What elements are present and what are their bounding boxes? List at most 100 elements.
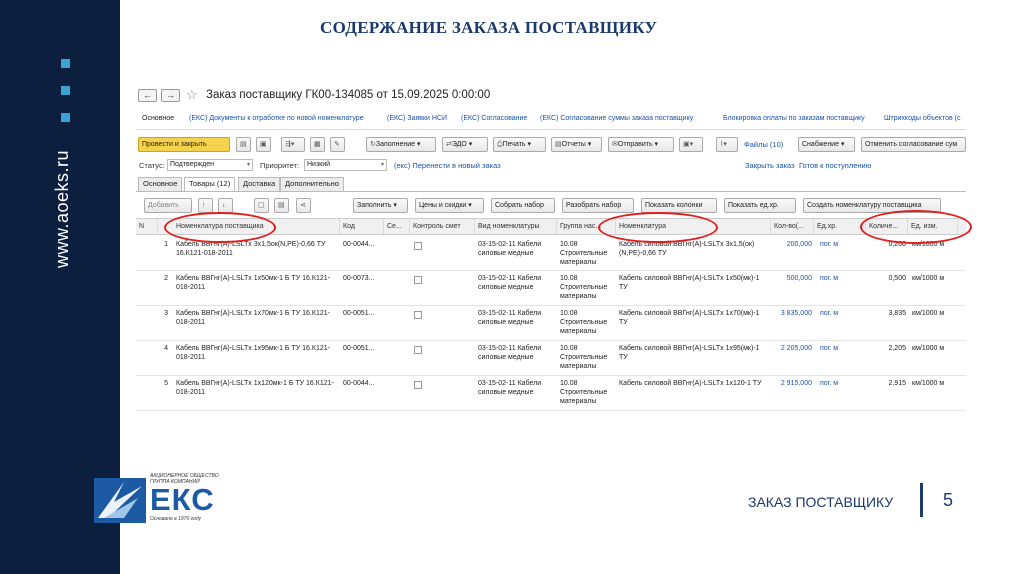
- estimate-control-checkbox[interactable]: [414, 242, 422, 250]
- qty-store: 200,000: [786, 241, 812, 248]
- table-row[interactable]: 3 Кабель ВВГнг(A)-LSLTx 1х70мк-1 Б ТУ 16…: [136, 306, 966, 341]
- tab-goods[interactable]: Товары (12): [184, 177, 236, 191]
- unit-store: пог. м: [820, 275, 839, 282]
- tab-delivery[interactable]: Доставка: [238, 177, 281, 191]
- move-to-new-order-link[interactable]: (екс) Перенести в новый заказ: [394, 161, 501, 170]
- files-link[interactable]: Файлы (10): [744, 140, 783, 149]
- show-columns-button[interactable]: Показать колонки: [641, 198, 717, 213]
- row-number: 4: [164, 345, 168, 352]
- fill-grid-button[interactable]: Заполнить ▾: [353, 198, 408, 213]
- paste-icon[interactable]: ▤: [274, 198, 289, 213]
- item-group: 10.08 Строительные материалы: [560, 380, 608, 405]
- highlight-oval: [860, 210, 972, 244]
- item-kind: 03-15-02-11 Кабели силовые медные: [478, 380, 542, 396]
- paperclip-icon: ⌇▾: [720, 141, 727, 148]
- send-menu-button[interactable]: ✉ Отправить ▾: [608, 137, 674, 152]
- item-kind: 03-15-02-11 Кабели силовые медные: [478, 275, 542, 291]
- item-kind: 03-15-02-11 Кабели силовые медные: [478, 241, 542, 257]
- estimate-control-checkbox[interactable]: [414, 311, 422, 319]
- table-row[interactable]: 4 Кабель ВВГнг(A)-LSLTx 1х95мк-1 Б ТУ 16…: [136, 341, 966, 376]
- column-header[interactable]: Контроль смет: [410, 219, 475, 234]
- prices-button[interactable]: Цены и скидки ▾: [415, 198, 484, 213]
- column-header[interactable]: Се...: [384, 219, 410, 234]
- star-icon[interactable]: ☆: [186, 88, 198, 102]
- split-set-button[interactable]: Разобрать набор: [562, 198, 634, 213]
- supply-label: Снабжение: [802, 141, 839, 148]
- column-header[interactable]: Ед.хр.: [814, 219, 866, 234]
- item-nomenclature: Кабель силовой ВВГнг(A)-LSLTx 1х50(мк)-1…: [619, 275, 760, 291]
- estimate-control-checkbox[interactable]: [414, 276, 422, 284]
- column-header[interactable]: Код: [340, 219, 384, 234]
- arrow-down-icon[interactable]: ↓: [218, 198, 233, 213]
- add-button[interactable]: Добавить: [144, 198, 192, 213]
- priority-field[interactable]: Низкий ▾: [304, 159, 387, 171]
- edit-icon[interactable]: ✎: [330, 137, 345, 152]
- reports-menu-button[interactable]: ▤ Отчеты ▾: [551, 137, 602, 152]
- unit-store: пог. м: [820, 241, 839, 248]
- nav-link-payment-block[interactable]: Блокировка оплаты по заказам поставщику: [723, 115, 865, 122]
- company-logo-icon: [94, 478, 146, 523]
- estimate-control-checkbox[interactable]: [414, 346, 422, 354]
- row-number: 5: [164, 380, 168, 387]
- edo-label: ЭДО: [451, 141, 467, 148]
- nav-link-sum-approval[interactable]: (ЕКС) Согласование суммы заказа поставщи…: [540, 115, 693, 122]
- estimate-control-checkbox[interactable]: [414, 381, 422, 389]
- nav-link-barcodes[interactable]: Штрихкоды объектов (с: [884, 115, 960, 122]
- forward-button[interactable]: →: [161, 89, 180, 102]
- collect-set-button[interactable]: Собрать набор: [491, 198, 555, 213]
- column-header[interactable]: N: [136, 219, 158, 234]
- extra-menu-button[interactable]: ▣▾: [679, 137, 703, 152]
- show-units-button[interactable]: Показать ед.хр.: [724, 198, 796, 213]
- item-kind: 03-15-02-11 Кабели силовые медные: [478, 310, 542, 326]
- list-icon[interactable]: ▤: [236, 137, 251, 152]
- nav-link-approval[interactable]: (ЕКС) Согласование: [461, 115, 527, 122]
- quantity: 2,915: [888, 380, 906, 387]
- bullet-square-icon: [61, 59, 70, 68]
- table-row[interactable]: 5 Кабель ВВГнг(A)-LSLTx 1х120мк-1 Б ТУ 1…: [136, 376, 966, 411]
- page-number: 5: [943, 490, 954, 510]
- supply-menu-button[interactable]: Снабжение ▾: [798, 137, 855, 152]
- share-icon[interactable]: ⋖: [296, 198, 311, 213]
- post-close-button[interactable]: Провести и закрыть: [138, 137, 230, 152]
- tab-main[interactable]: Основное: [138, 177, 183, 191]
- column-header[interactable]: Кол-во(...: [771, 219, 814, 234]
- priority-label: Приоритет:: [260, 161, 300, 170]
- ready-link[interactable]: Готов к поступлению: [799, 161, 871, 170]
- item-nomenclature: Кабель силовой ВВГнг(A)-LSLTx 3х1,5(ок)(…: [619, 241, 755, 257]
- arrow-right-icon: →: [166, 90, 175, 100]
- structure-icon[interactable]: ⇶▾: [281, 137, 305, 152]
- chevron-down-icon: ▾: [246, 162, 250, 168]
- supplier-item: Кабель ВВГнг(A)-LSLTx 1х95мк-1 Б ТУ 16.К…: [176, 345, 330, 361]
- unit: км/1000 м: [912, 345, 945, 352]
- attach-button[interactable]: ⌇▾: [716, 137, 738, 152]
- bullet-square-icon: [61, 86, 70, 95]
- status-label: Статус:: [139, 161, 165, 170]
- unit: км/1000 м: [912, 275, 945, 282]
- status-value: Подтвержден: [170, 161, 215, 168]
- unit: км/1000 м: [912, 310, 945, 317]
- save-icon[interactable]: ▣: [256, 137, 271, 152]
- edo-menu-button[interactable]: ⇄ ЭДО ▾: [442, 137, 488, 152]
- slide-title: СОДЕРЖАНИЕ ЗАКАЗА ПОСТАВЩИКУ: [320, 18, 658, 37]
- fill-menu-button[interactable]: ↻ Заполнение ▾: [366, 137, 436, 152]
- table-icon[interactable]: ▦: [310, 137, 325, 152]
- unit: км/1000 м: [912, 380, 945, 387]
- close-order-link[interactable]: Закрыть заказ: [745, 161, 795, 170]
- nav-link-main[interactable]: Основное: [142, 115, 174, 122]
- print-menu-button[interactable]: ⎙ Печать ▾: [493, 137, 546, 152]
- nav-link-docs[interactable]: (ЕКС) Документы к отработке по новой ном…: [189, 115, 364, 122]
- column-header[interactable]: Вид номенклатуры: [475, 219, 557, 234]
- divider: [136, 191, 966, 192]
- status-field[interactable]: Подтвержден ▾: [167, 159, 253, 171]
- item-code: 00-0051...: [343, 345, 375, 352]
- tab-additional[interactable]: Дополнительно: [280, 177, 344, 191]
- priority-value: Низкий: [307, 161, 331, 168]
- copy-icon[interactable]: ▢: [254, 198, 269, 213]
- nav-link-nsi[interactable]: (ЕКС) Заявки НСИ: [387, 115, 447, 122]
- arrow-up-icon[interactable]: ↑: [198, 198, 213, 213]
- cancel-approval-button[interactable]: Отменить согласование сум: [861, 137, 966, 152]
- table-row[interactable]: 1 Кабель ВВГнг(A)-LSLTx 3х1,5ок(N,PE)-0,…: [136, 237, 966, 271]
- back-button[interactable]: ←: [138, 89, 157, 102]
- item-code: 00-0051...: [343, 310, 375, 317]
- table-row[interactable]: 2 Кабель ВВГнг(A)-LSLTx 1х50мк-1 Б ТУ 16…: [136, 271, 966, 306]
